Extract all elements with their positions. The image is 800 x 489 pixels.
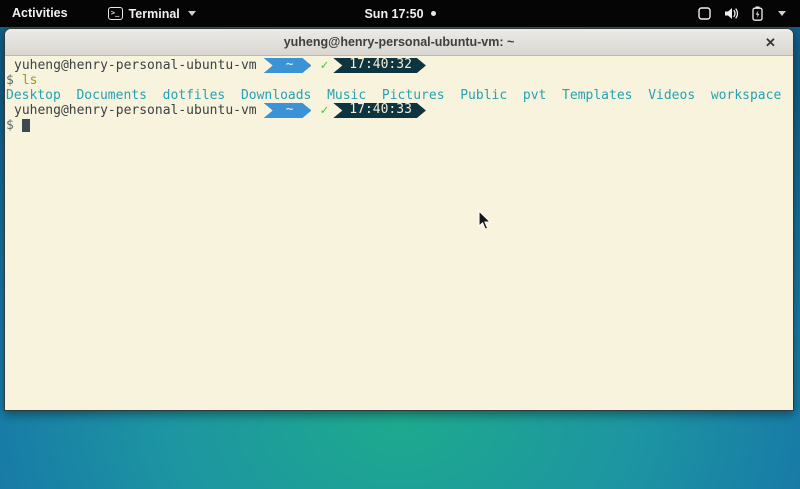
terminal-app-icon: >_ bbox=[108, 7, 123, 20]
terminal-cursor bbox=[22, 119, 30, 132]
prompt-path-segment: ~ bbox=[264, 103, 312, 118]
clock-button[interactable]: Sun 17:50 bbox=[356, 0, 443, 27]
directory-entry: Public bbox=[460, 88, 507, 103]
close-button[interactable]: ✕ bbox=[761, 33, 780, 52]
directory-entry: workspace bbox=[711, 88, 781, 103]
directory-entry: dotfiles bbox=[163, 88, 226, 103]
command-text: ls bbox=[22, 73, 38, 88]
battery-charging-icon bbox=[752, 6, 763, 21]
window-titlebar[interactable]: yuheng@henry-personal-ubuntu-vm: ~ ✕ bbox=[5, 29, 793, 56]
directory-entry: Pictures bbox=[382, 88, 445, 103]
desktop: Activities >_ Terminal Sun 17:50 bbox=[0, 0, 800, 489]
gnome-top-bar: Activities >_ Terminal Sun 17:50 bbox=[0, 0, 800, 27]
directory-entry: Downloads bbox=[241, 88, 311, 103]
directory-entry: Music bbox=[327, 88, 366, 103]
prompt-path: ~ bbox=[286, 57, 294, 72]
prompt-time: 17:40:32 bbox=[349, 57, 412, 72]
prompt-time: 17:40:33 bbox=[349, 102, 412, 117]
chevron-down-icon bbox=[778, 11, 786, 16]
terminal-screen[interactable]: yuheng@henry-personal-ubuntu-vm ~ ✓ 17:40:3… bbox=[5, 56, 793, 410]
ls-output-line: Desktop Documents dotfiles Downloads Music Pi… bbox=[6, 88, 793, 103]
directory-entry: Videos bbox=[648, 88, 695, 103]
prompt-time-segment: 17:40:33 bbox=[333, 103, 426, 118]
directory-entry: Documents bbox=[76, 88, 146, 103]
prompt-symbol: $ bbox=[6, 118, 14, 133]
prompt-time-segment: 17:40:32 bbox=[333, 58, 426, 73]
prompt-line: yuheng@henry-personal-ubuntu-vm ~ ✓ 17:40:3… bbox=[6, 58, 793, 73]
terminal-window: yuheng@henry-personal-ubuntu-vm: ~ ✕ yuh… bbox=[4, 28, 794, 411]
chevron-down-icon bbox=[188, 11, 196, 16]
system-status-button[interactable] bbox=[684, 0, 800, 27]
input-line: $ bbox=[6, 118, 793, 133]
window-title: yuheng@henry-personal-ubuntu-vm: ~ bbox=[284, 35, 515, 49]
app-menu-label: Terminal bbox=[129, 7, 180, 21]
command-line: $ ls bbox=[6, 73, 793, 88]
prompt-symbol: $ bbox=[6, 73, 14, 88]
activities-button[interactable]: Activities bbox=[0, 0, 80, 27]
prompt-line: yuheng@henry-personal-ubuntu-vm ~ ✓ 17:40:3… bbox=[6, 103, 793, 118]
notification-dot-icon bbox=[431, 11, 436, 16]
prompt-path-segment: ~ bbox=[264, 58, 312, 73]
status-check-icon: ✓ bbox=[320, 58, 328, 73]
display-icon bbox=[698, 7, 711, 20]
volume-icon bbox=[724, 7, 739, 20]
clock-label: Sun 17:50 bbox=[364, 7, 423, 21]
app-menu-button[interactable]: >_ Terminal bbox=[102, 0, 202, 27]
top-bar-left: Activities >_ Terminal bbox=[0, 0, 202, 27]
directory-entry: Templates bbox=[562, 88, 632, 103]
prompt-path: ~ bbox=[286, 102, 294, 117]
status-check-icon: ✓ bbox=[320, 103, 328, 118]
prompt-user-host: yuheng@henry-personal-ubuntu-vm bbox=[14, 103, 257, 118]
directory-entry: pvt bbox=[523, 88, 546, 103]
prompt-user-host: yuheng@henry-personal-ubuntu-vm bbox=[14, 58, 257, 73]
directory-entry: Desktop bbox=[6, 88, 61, 103]
